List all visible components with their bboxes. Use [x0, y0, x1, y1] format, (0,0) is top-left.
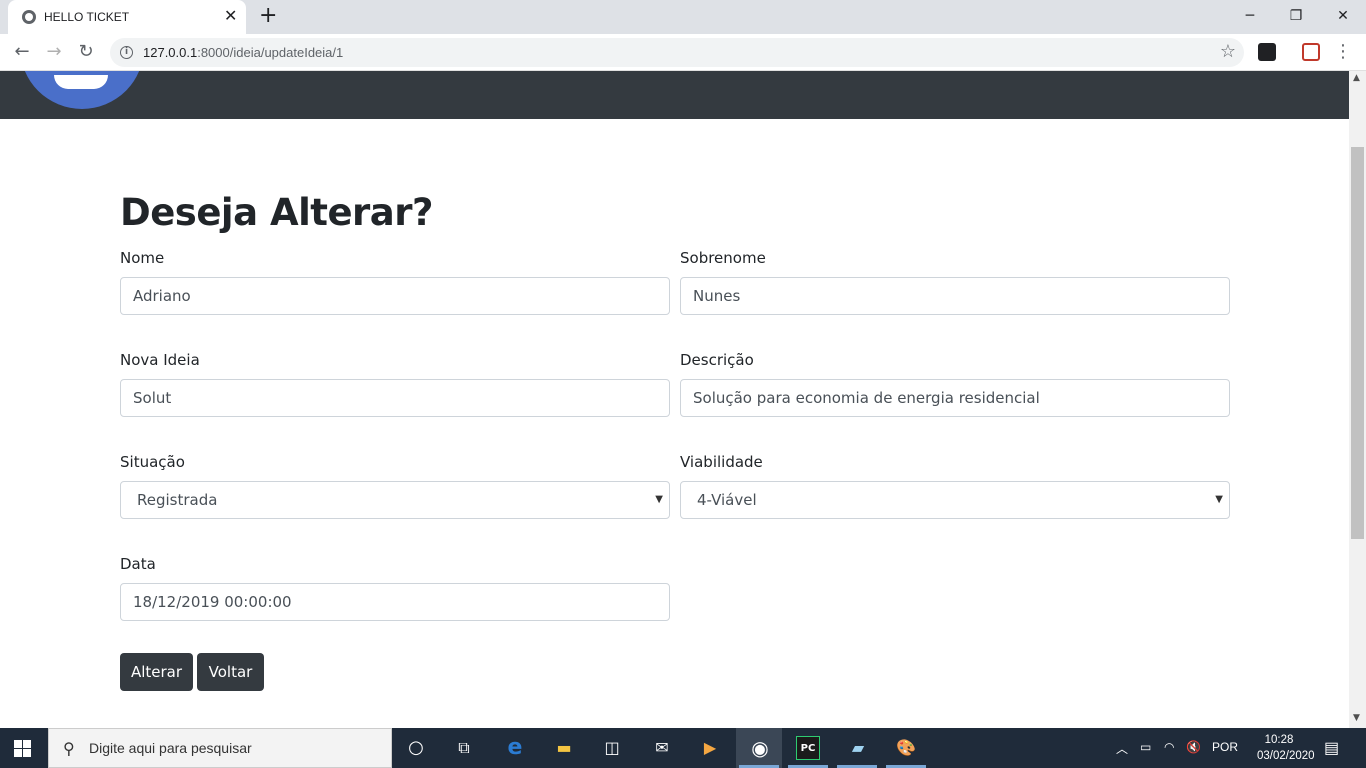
site-logo[interactable]: [20, 71, 144, 109]
situacao-label: Situação: [120, 453, 185, 471]
sobrenome-input[interactable]: Nunes: [680, 277, 1230, 315]
page-scrollbar[interactable]: ▲ ▼: [1349, 71, 1366, 728]
new-tab-icon[interactable]: +: [259, 5, 277, 27]
data-label: Data: [120, 555, 156, 573]
scroll-down-icon[interactable]: ▼: [1353, 713, 1360, 723]
address-bar[interactable]: i 127.0.0.1:8000/ideia/updateIdeia/1 ☆: [110, 38, 1244, 67]
media-player-icon[interactable]: ▶: [698, 736, 722, 760]
pycharm-icon[interactable]: PC: [796, 736, 820, 760]
dropdown-arrow-icon: ▼: [655, 494, 663, 505]
notifications-icon[interactable]: ▤: [1324, 738, 1339, 758]
browser-tab[interactable]: HELLO TICKET ✕: [8, 0, 246, 34]
search-icon: ⚲: [63, 739, 75, 758]
show-hidden-icons-icon[interactable]: ︿: [1116, 740, 1128, 757]
mail-icon[interactable]: ✉: [650, 736, 674, 760]
viabilidade-label: Viabilidade: [680, 453, 763, 471]
nome-input[interactable]: Adriano: [120, 277, 670, 315]
store-icon[interactable]: ◫: [600, 736, 624, 760]
minimize-icon[interactable]: ─: [1227, 4, 1273, 28]
extension-icon[interactable]: [1302, 43, 1320, 61]
scrollbar-thumb[interactable]: [1351, 147, 1364, 539]
chrome-icon[interactable]: ◉: [748, 736, 772, 760]
clock-date: 03/02/2020: [1257, 750, 1315, 762]
back-icon[interactable]: ←: [10, 40, 34, 64]
windows-taskbar: ⚲ Digite aqui para pesquisar ○ ⧉ e ▬ ◫ ✉…: [0, 728, 1366, 768]
nova-ideia-input[interactable]: Solut: [120, 379, 670, 417]
taskbar-search-placeholder: Digite aqui para pesquisar: [89, 740, 252, 756]
task-view-icon[interactable]: ⧉: [452, 736, 476, 760]
volume-muted-icon[interactable]: 🔇: [1186, 740, 1201, 754]
tab-title: HELLO TICKET: [44, 10, 130, 24]
cortana-icon[interactable]: ○: [404, 736, 428, 760]
descricao-label: Descrição: [680, 351, 754, 369]
language-indicator[interactable]: POR: [1212, 740, 1238, 754]
descricao-input[interactable]: Solução para economia de energia residen…: [680, 379, 1230, 417]
data-input[interactable]: 18/12/2019 00:00:00: [120, 583, 670, 621]
scroll-up-icon[interactable]: ▲: [1353, 73, 1360, 83]
clock-time: 10:28: [1264, 734, 1294, 746]
notepad-icon[interactable]: ▰: [846, 736, 870, 760]
restore-icon[interactable]: ❐: [1273, 4, 1319, 28]
situacao-selected-value: Registrada: [137, 491, 218, 509]
taskbar-search-box[interactable]: ⚲ Digite aqui para pesquisar: [48, 728, 392, 768]
edge-icon[interactable]: e: [503, 736, 527, 760]
site-navbar: [0, 71, 1349, 119]
window-close-icon[interactable]: ✕: [1320, 4, 1366, 28]
voltar-button[interactable]: Voltar: [197, 653, 264, 691]
dropdown-arrow-icon: ▼: [1215, 494, 1223, 505]
viabilidade-selected-value: 4-Viável: [697, 491, 757, 509]
info-icon[interactable]: i: [120, 46, 133, 59]
situacao-select[interactable]: Registrada ▼: [120, 481, 670, 519]
system-clock[interactable]: 10:28 03/02/2020: [1257, 732, 1315, 764]
wifi-icon[interactable]: ◠: [1164, 740, 1174, 754]
browser-tabstrip: HELLO TICKET ✕ + ─ ❐ ✕: [0, 0, 1366, 34]
nome-label: Nome: [120, 249, 165, 267]
forward-icon[interactable]: →: [42, 40, 66, 64]
windows-start-icon[interactable]: [14, 740, 32, 758]
battery-icon[interactable]: ▭: [1140, 740, 1151, 754]
paint-icon[interactable]: 🎨: [894, 736, 918, 760]
nova-ideia-label: Nova Ideia: [120, 351, 200, 369]
bookmark-star-icon[interactable]: ☆: [1220, 41, 1236, 62]
close-tab-icon[interactable]: ✕: [224, 8, 237, 24]
browser-toolbar: ← → ↻ i 127.0.0.1:8000/ideia/updateIdeia…: [0, 34, 1366, 71]
extension-icon[interactable]: [1258, 43, 1276, 61]
page-title: Deseja Alterar?: [120, 191, 433, 234]
page-viewport: Deseja Alterar? Nome Adriano Sobrenome N…: [0, 71, 1366, 728]
viabilidade-select[interactable]: 4-Viável ▼: [680, 481, 1230, 519]
globe-icon: [22, 10, 36, 24]
alterar-button[interactable]: Alterar: [120, 653, 193, 691]
reload-icon[interactable]: ↻: [74, 40, 98, 64]
file-explorer-icon[interactable]: ▬: [552, 736, 576, 760]
sobrenome-label: Sobrenome: [680, 249, 766, 267]
kebab-menu-icon[interactable]: ⋮: [1334, 41, 1352, 62]
url-text: 127.0.0.1:8000/ideia/updateIdeia/1: [143, 45, 344, 60]
